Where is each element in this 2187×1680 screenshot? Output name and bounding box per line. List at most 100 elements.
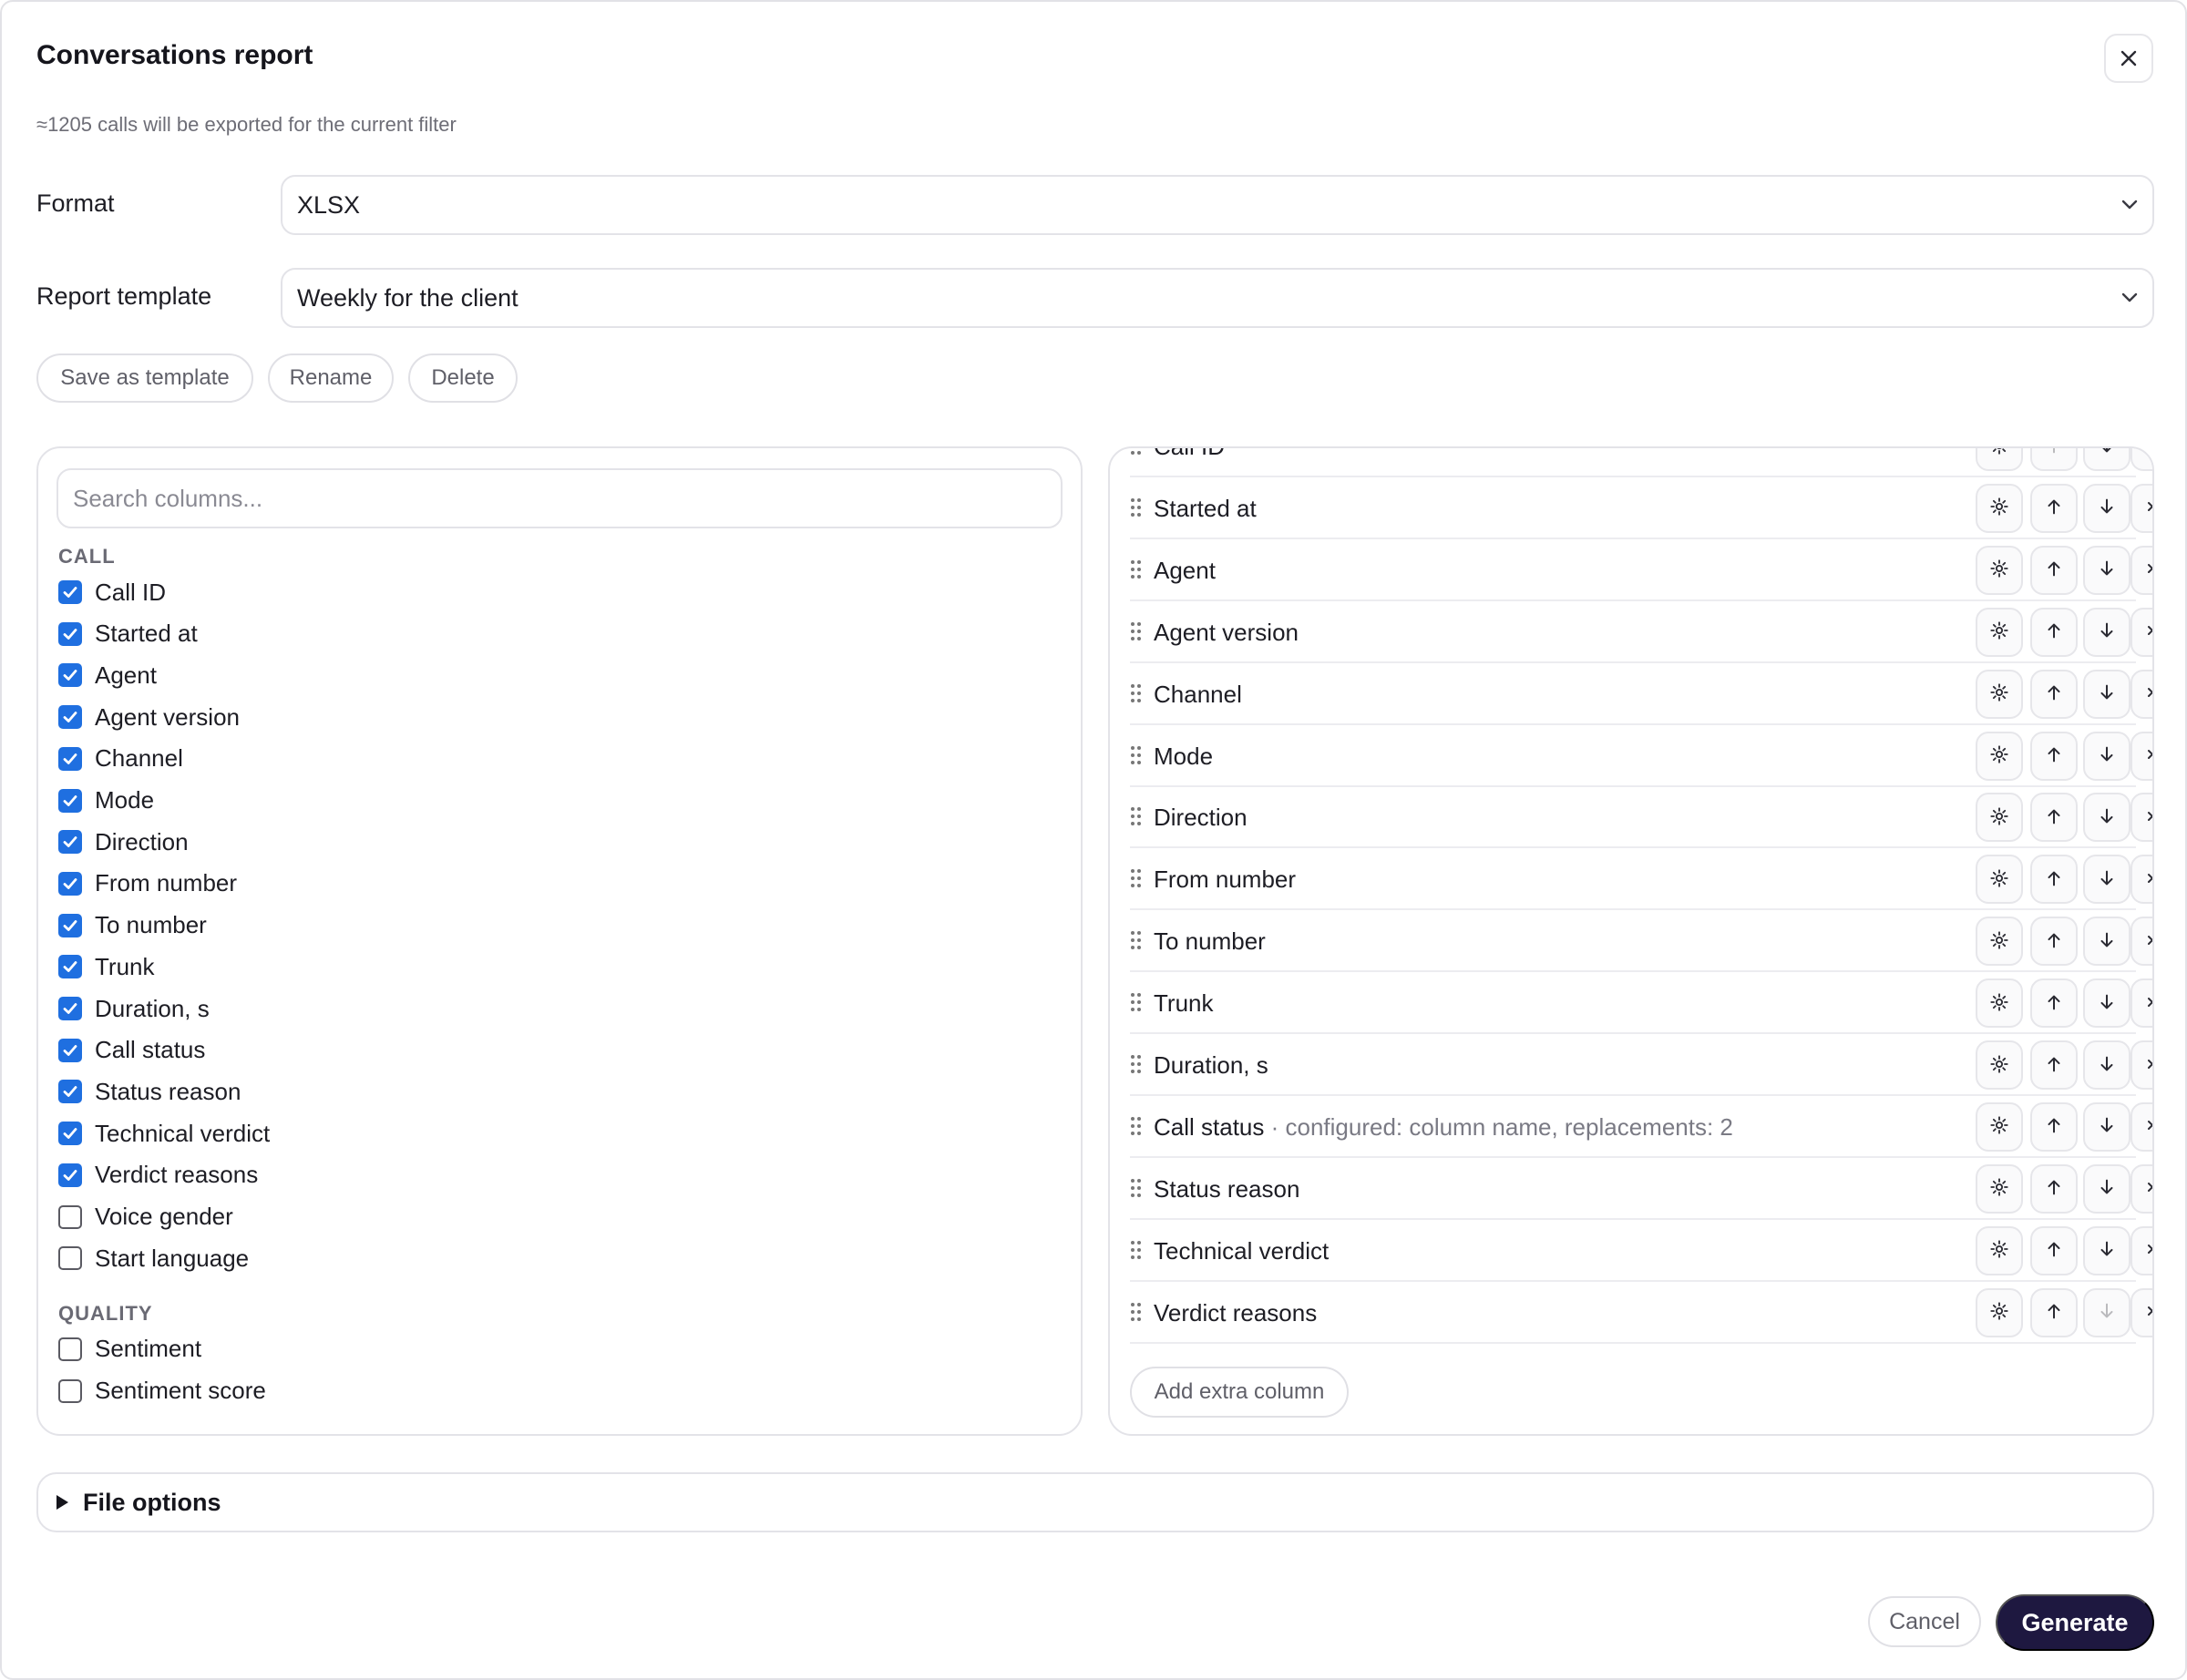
column-settings-button[interactable]	[1976, 669, 2023, 719]
selected-column-row[interactable]: From number	[1130, 848, 2152, 911]
drag-handle-icon[interactable]	[1130, 868, 1143, 888]
remove-column-button[interactable]	[2131, 483, 2152, 533]
column-checkbox-row[interactable]: Verdict reasons	[58, 1157, 258, 1193]
drag-handle-icon[interactable]	[1130, 930, 1143, 950]
column-settings-button[interactable]	[1976, 855, 2023, 905]
checkbox-checked[interactable]	[58, 871, 82, 896]
move-up-button[interactable]	[2030, 917, 2078, 967]
selected-column-row[interactable]: Verdict reasons	[1130, 1282, 2152, 1344]
format-select[interactable]: XLSX	[281, 175, 2154, 235]
add-extra-column-button[interactable]: Add extra column	[1130, 1367, 1349, 1418]
rename-template-button[interactable]: Rename	[268, 353, 394, 403]
checkbox-unchecked[interactable]	[58, 1378, 82, 1403]
generate-button[interactable]: Generate	[1996, 1594, 2154, 1651]
checkbox-checked[interactable]	[58, 663, 82, 688]
remove-column-button[interactable]	[2131, 978, 2152, 1029]
drag-handle-icon[interactable]	[1130, 745, 1143, 765]
checkbox-checked[interactable]	[58, 705, 82, 730]
column-checkbox-row[interactable]: Agent version	[58, 699, 240, 735]
move-down-button[interactable]	[2083, 855, 2131, 905]
move-up-button[interactable]	[2030, 483, 2078, 533]
column-checkbox-row[interactable]: Start language	[58, 1240, 249, 1276]
move-up-button[interactable]	[2030, 1163, 2078, 1214]
move-up-button[interactable]	[2030, 855, 2078, 905]
column-checkbox-row[interactable]: Started at	[58, 616, 198, 652]
checkbox-checked[interactable]	[58, 580, 82, 604]
column-checkbox-row[interactable]: From number	[58, 866, 237, 902]
selected-column-row[interactable]: Call status · configured: column name, r…	[1130, 1096, 2152, 1158]
column-picker-panel[interactable]: Search columns... CALL Call ID Started at A…	[36, 446, 1083, 1436]
column-settings-button[interactable]	[1976, 448, 2023, 471]
remove-column-button[interactable]	[2131, 855, 2152, 905]
column-checkbox-row[interactable]: Sentiment score	[58, 1373, 266, 1409]
file-options-toggle[interactable]: File options	[36, 1472, 2154, 1532]
checkbox-unchecked[interactable]	[58, 1246, 82, 1271]
selected-column-row[interactable]: Call ID	[1130, 448, 2152, 477]
move-down-button[interactable]	[2083, 1225, 2131, 1275]
column-checkbox-row[interactable]: Call status	[58, 1032, 205, 1069]
drag-handle-icon[interactable]	[1130, 559, 1143, 579]
column-checkbox-row[interactable]: Voice gender	[58, 1199, 233, 1235]
selected-column-row[interactable]: Status reason	[1130, 1158, 2152, 1220]
selected-columns-panel[interactable]: Add extra column Call ID Started at Agent A…	[1108, 446, 2154, 1436]
column-checkbox-row[interactable]: Trunk	[58, 948, 155, 985]
drag-handle-icon[interactable]	[1130, 497, 1143, 517]
search-columns-input[interactable]: Search columns...	[56, 468, 1063, 528]
move-down-button[interactable]	[2083, 669, 2131, 719]
drag-handle-icon[interactable]	[1130, 992, 1143, 1012]
selected-column-row[interactable]: Trunk	[1130, 972, 2152, 1035]
remove-column-button[interactable]	[2131, 448, 2152, 471]
move-up-button[interactable]	[2030, 1101, 2078, 1152]
drag-handle-icon[interactable]	[1130, 1178, 1143, 1198]
remove-column-button[interactable]	[2131, 1101, 2152, 1152]
move-up-button[interactable]	[2030, 607, 2078, 657]
checkbox-checked[interactable]	[58, 621, 82, 646]
checkbox-checked[interactable]	[58, 997, 82, 1020]
remove-column-button[interactable]	[2131, 545, 2152, 595]
checkbox-checked[interactable]	[58, 788, 82, 813]
move-up-button[interactable]	[2030, 669, 2078, 719]
drag-handle-icon[interactable]	[1130, 683, 1143, 703]
move-down-button[interactable]	[2083, 793, 2131, 843]
checkbox-unchecked[interactable]	[58, 1337, 82, 1361]
remove-column-button[interactable]	[2131, 1225, 2152, 1275]
column-settings-button[interactable]	[1976, 1101, 2023, 1152]
column-checkbox-row[interactable]: Channel	[58, 741, 183, 777]
move-down-button[interactable]	[2083, 483, 2131, 533]
move-up-button[interactable]	[2030, 793, 2078, 843]
checkbox-checked[interactable]	[58, 1163, 82, 1187]
move-up-button[interactable]	[2030, 1287, 2078, 1337]
remove-column-button[interactable]	[2131, 1287, 2152, 1337]
move-down-button[interactable]	[2083, 448, 2131, 471]
remove-column-button[interactable]	[2131, 917, 2152, 967]
report-template-select[interactable]: Weekly for the client	[281, 268, 2154, 328]
column-checkbox-row[interactable]: Mode	[58, 783, 154, 819]
column-settings-button[interactable]	[1976, 1040, 2023, 1090]
close-button[interactable]	[2104, 34, 2153, 83]
move-up-button[interactable]	[2030, 731, 2078, 781]
remove-column-button[interactable]	[2131, 1163, 2152, 1214]
selected-column-row[interactable]: Started at	[1130, 477, 2152, 539]
selected-column-row[interactable]: Channel	[1130, 663, 2152, 725]
column-settings-button[interactable]	[1976, 793, 2023, 843]
column-checkbox-row[interactable]: Status reason	[58, 1073, 241, 1110]
move-up-button[interactable]	[2030, 1225, 2078, 1275]
checkbox-checked[interactable]	[58, 1038, 82, 1062]
column-checkbox-row[interactable]: To number	[58, 907, 207, 944]
checkbox-checked[interactable]	[58, 1122, 82, 1146]
remove-column-button[interactable]	[2131, 1040, 2152, 1090]
move-up-button[interactable]	[2030, 545, 2078, 595]
selected-column-row[interactable]: Agent version	[1130, 601, 2152, 663]
column-settings-button[interactable]	[1976, 1225, 2023, 1275]
column-checkbox-row[interactable]: Sentiment	[58, 1331, 201, 1368]
remove-column-button[interactable]	[2131, 793, 2152, 843]
column-settings-button[interactable]	[1976, 607, 2023, 657]
checkbox-unchecked[interactable]	[58, 1204, 82, 1229]
column-settings-button[interactable]	[1976, 545, 2023, 595]
column-checkbox-row[interactable]: Agent	[58, 657, 157, 693]
move-down-button[interactable]	[2083, 731, 2131, 781]
column-settings-button[interactable]	[1976, 731, 2023, 781]
column-settings-button[interactable]	[1976, 1287, 2023, 1337]
remove-column-button[interactable]	[2131, 669, 2152, 719]
column-checkbox-row[interactable]: Duration, s	[58, 990, 210, 1027]
